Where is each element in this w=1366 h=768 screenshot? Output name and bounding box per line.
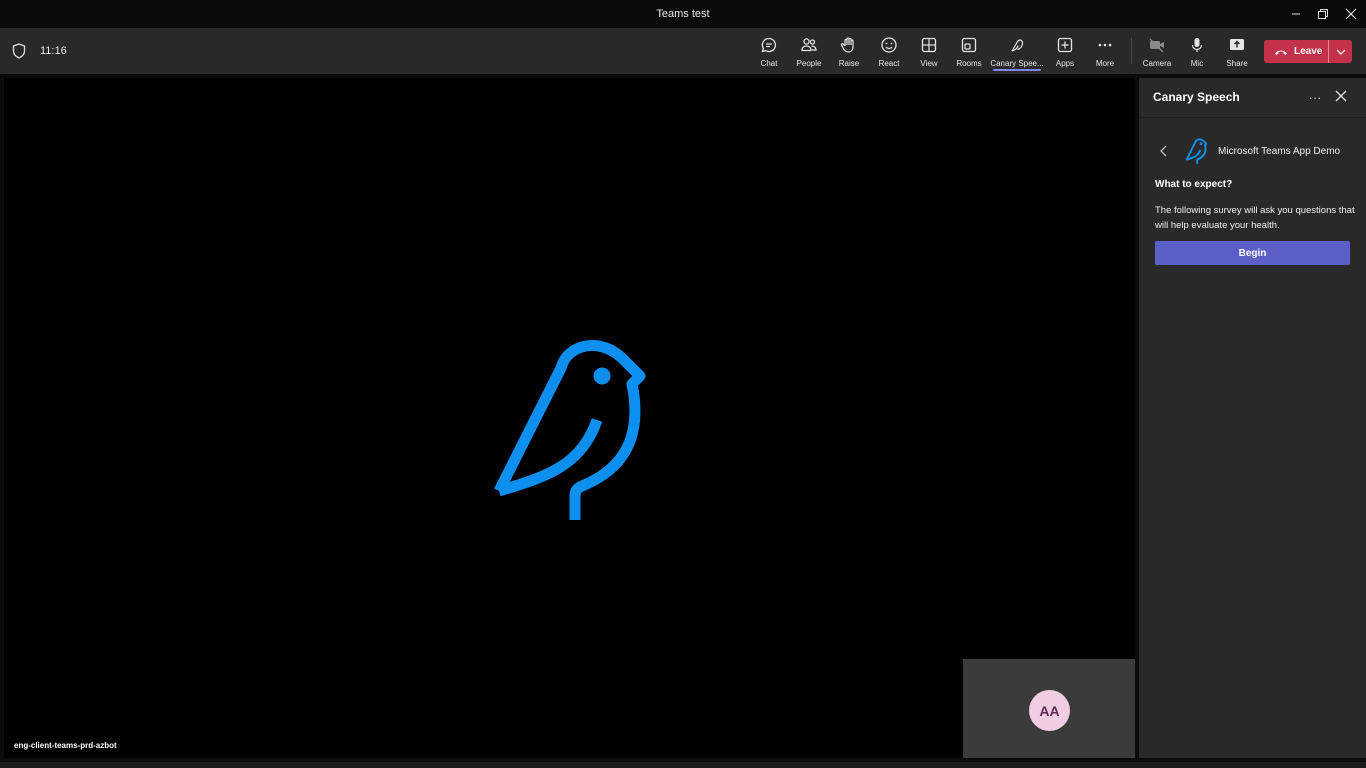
app-name: Microsoft Teams App Demo (1218, 146, 1341, 157)
panel-title: Canary Speech (1153, 90, 1240, 104)
section-heading: What to expect? (1155, 179, 1233, 190)
participant-name-label: eng-client-teams-prd-azbot (14, 741, 117, 750)
canary-app-logo (1185, 138, 1208, 164)
mic-label: Mic (1190, 59, 1204, 68)
mic-icon (1191, 38, 1203, 52)
people-icon (801, 38, 817, 52)
phone-hangup-icon (1275, 50, 1287, 55)
chat-icon (761, 37, 777, 53)
taskbar-strip (0, 762, 1366, 768)
restore-icon[interactable] (1309, 0, 1337, 28)
chevron-down-icon (1336, 49, 1345, 55)
leave-button-group: Leave (1264, 40, 1352, 63)
window-title: Teams test (656, 8, 710, 20)
leave-button[interactable]: Leave (1264, 40, 1328, 63)
more-label: More (1095, 59, 1115, 68)
raise-hand-icon (840, 37, 854, 53)
video-stage: eng-client-teams-prd-azbot (4, 78, 1135, 758)
minimize-icon[interactable] (1282, 0, 1310, 28)
close-window-icon[interactable] (1337, 0, 1365, 28)
share-icon (1230, 39, 1244, 50)
raise-label: Raise (838, 59, 860, 68)
meeting-toolbar: 11:16 Chat People Raise React View Rooms… (0, 28, 1366, 74)
smiley-icon (881, 37, 897, 53)
react-label: React (878, 59, 900, 68)
canary-speech-app-button[interactable]: Canary Spee... (990, 34, 1044, 71)
view-label: View (920, 59, 938, 68)
leave-label: Leave (1294, 46, 1323, 57)
chevron-left-icon[interactable] (1159, 145, 1169, 157)
avatar: AA (1029, 690, 1070, 731)
close-icon[interactable] (1334, 89, 1348, 103)
panel-header: Canary Speech ... (1139, 78, 1366, 118)
panel-more-options[interactable]: ... (1309, 88, 1322, 102)
canary-bird-logo (494, 340, 646, 520)
canary-speech-panel: Canary Speech ... Microsoft Teams App De… (1139, 78, 1366, 758)
apps-label: Apps (1055, 59, 1075, 68)
more-button[interactable]: More (1079, 34, 1131, 70)
share-label: Share (1226, 59, 1248, 68)
rooms-button[interactable]: Rooms (943, 34, 995, 70)
rooms-icon (961, 37, 977, 53)
leave-options-button[interactable] (1329, 40, 1352, 63)
people-label: People (796, 59, 822, 68)
grid-view-icon (921, 37, 937, 53)
rooms-label: Rooms (956, 59, 982, 68)
survey-description: The following survey will ask you questi… (1155, 205, 1355, 231)
canary-bird-icon (1011, 39, 1024, 52)
title-bar: Teams test (0, 0, 1366, 28)
meeting-timer: 11:16 (40, 45, 67, 57)
more-dots-icon (1098, 43, 1112, 47)
camera-label: Camera (1142, 59, 1172, 68)
camera-off-icon (1149, 38, 1164, 53)
add-app-icon (1057, 37, 1073, 53)
shield-icon (12, 43, 26, 59)
chat-label: Chat (760, 59, 778, 68)
canary-label: Canary Spee... (990, 59, 1044, 68)
share-button[interactable]: Share (1211, 34, 1263, 70)
begin-button[interactable]: Begin (1155, 241, 1350, 265)
